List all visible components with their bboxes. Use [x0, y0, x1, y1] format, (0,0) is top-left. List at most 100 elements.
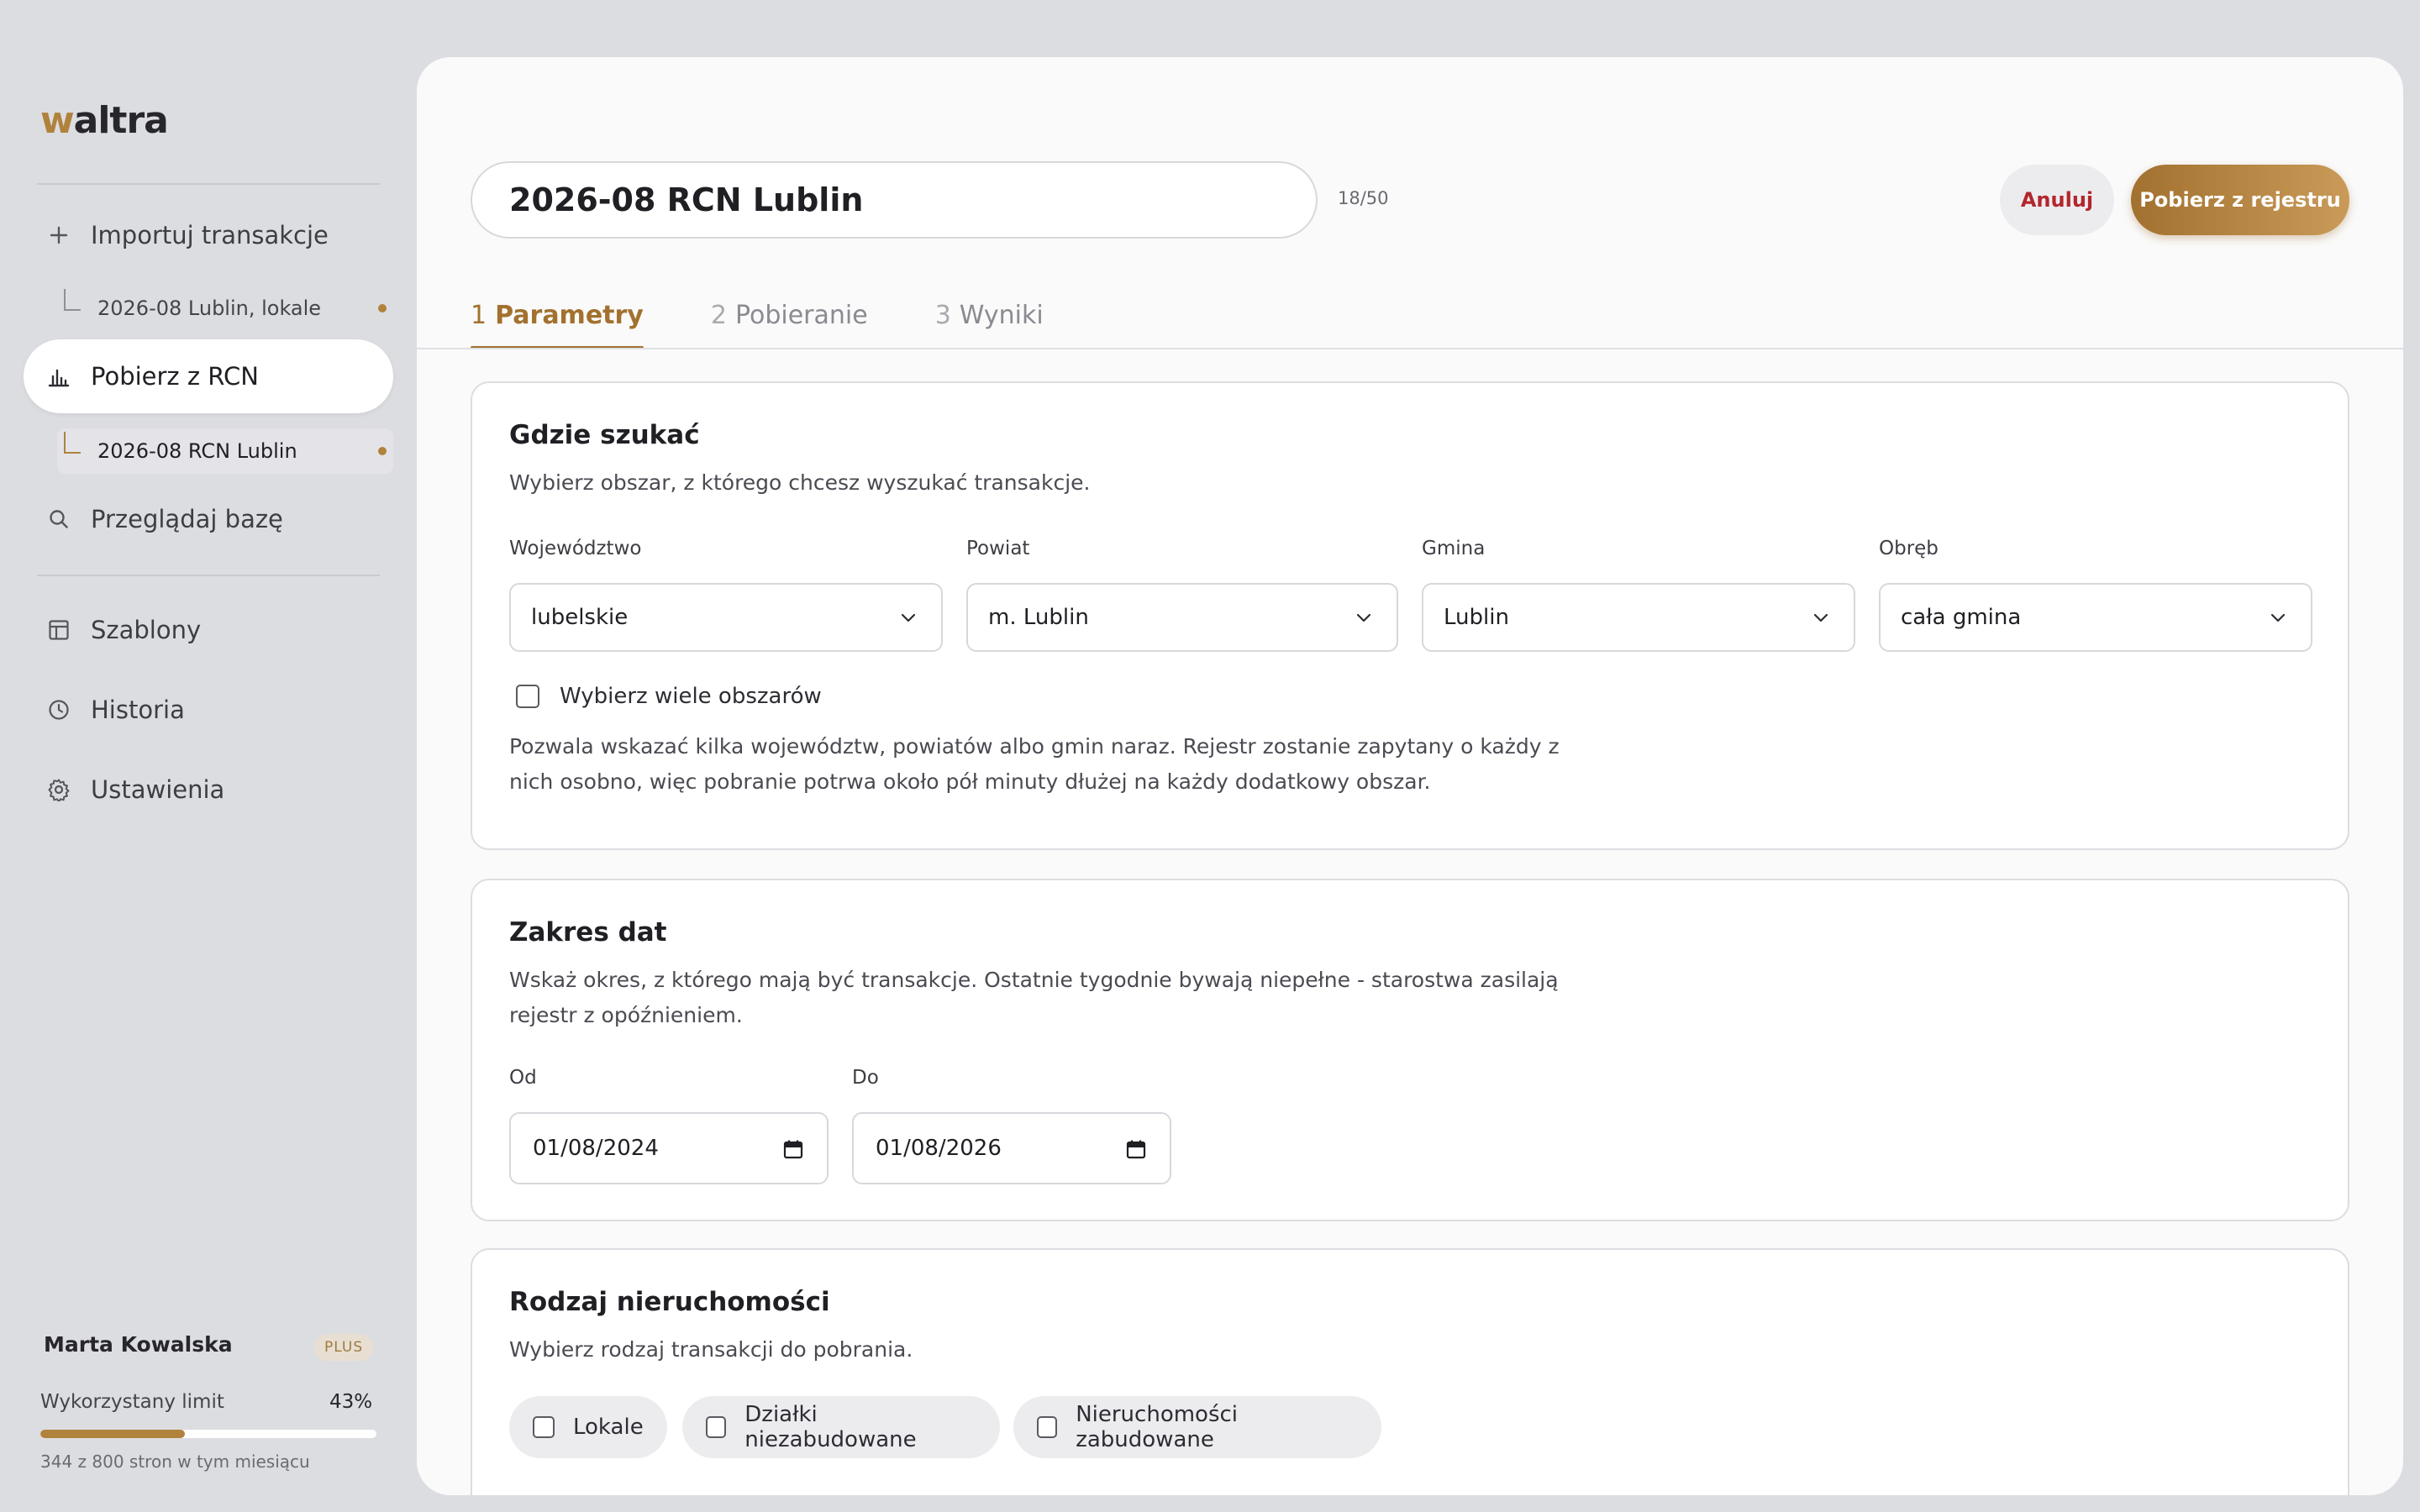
tab-label: Parametry: [495, 301, 644, 330]
select-value: cała gmina: [1901, 605, 2022, 630]
sidebar-item-import[interactable]: Importuj transakcje: [24, 198, 393, 272]
sidebar-item-templates[interactable]: Szablony: [24, 593, 393, 667]
tab-parameters[interactable]: 1 Parametry: [471, 294, 644, 349]
county-select[interactable]: m. Lublin: [966, 583, 1398, 652]
usage-progress-bar: [40, 1430, 376, 1438]
unsaved-dot-icon: [378, 447, 387, 455]
date-value: 01/08/2026: [876, 1136, 1002, 1161]
voivodeship-select[interactable]: lubelskie: [509, 583, 943, 652]
chip-label: Lokale: [573, 1415, 644, 1440]
municipality-select[interactable]: Lublin: [1422, 583, 1855, 652]
chip-checkbox[interactable]: [1037, 1416, 1058, 1438]
multi-area-label: Wybierz wiele obszarów: [560, 684, 822, 709]
usage-limit-percent: 43%: [329, 1391, 373, 1413]
tab-download[interactable]: 2 Pobieranie: [711, 294, 868, 349]
chip-checkbox[interactable]: [706, 1416, 727, 1438]
sidebar-divider: [37, 183, 380, 185]
usage-progress-fill: [40, 1430, 185, 1438]
chip-label: Nieruchomości zabudowane: [1076, 1402, 1239, 1452]
chevron-down-icon: [1356, 613, 1371, 622]
clock-icon: [47, 698, 71, 722]
card-description: Wybierz obszar, z którego chcesz wyszuka…: [509, 470, 1091, 495]
chip-label: Działki niezabudowane: [744, 1402, 917, 1452]
job-title-input[interactable]: [471, 161, 1318, 239]
card-title: Zakres dat: [509, 917, 667, 948]
cancel-button[interactable]: Anuluj: [2000, 165, 2114, 235]
tab-label: Wyniki: [959, 301, 1044, 330]
property-chip-developed-property[interactable]: Nieruchomości zabudowane: [1013, 1396, 1381, 1458]
county-label: Powiat: [966, 538, 1030, 559]
date-from-label: Od: [509, 1067, 537, 1089]
tree-branch-icon: [64, 289, 81, 311]
date-from-input[interactable]: 01/08/2024: [509, 1112, 829, 1184]
sidebar-item-settings[interactable]: Ustawienia: [24, 753, 393, 827]
usage-limit-label: Wykorzystany limit: [40, 1391, 224, 1413]
sidebar-divider: [37, 575, 380, 576]
multi-area-hint: Pozwala wskazać kilka województw, powiat…: [509, 734, 1560, 794]
sidebar-item-label: Importuj transakcje: [91, 221, 329, 249]
logo[interactable]: waltra: [40, 99, 169, 142]
sidebar-subitem-import-lublin[interactable]: 2026-08 Lublin, lokale: [57, 286, 393, 331]
card-description: Wskaż okres, z którego mają być transakc…: [509, 968, 1559, 1027]
chevron-down-icon: [901, 613, 916, 622]
tab-number: 2: [710, 301, 727, 330]
fetch-from-registry-button[interactable]: Pobierz z rejestru: [2131, 165, 2349, 235]
sidebar-item-history[interactable]: Historia: [24, 673, 393, 747]
sidebar-item-label: Przeglądaj bazę: [91, 505, 283, 533]
sidebar-item-rcn[interactable]: Pobierz z RCN: [24, 339, 393, 413]
tab-number: 3: [934, 301, 951, 330]
tabs-divider: [417, 348, 2403, 349]
tab-results[interactable]: 3 Wyniki: [935, 294, 1044, 349]
layout-template-icon: [47, 618, 71, 642]
multi-area-option[interactable]: Wybierz wiele obszarów: [516, 684, 822, 709]
date-to-input[interactable]: 01/08/2026: [852, 1112, 1171, 1184]
title-char-count: 18/50: [1338, 188, 1389, 208]
date-to-label: Do: [852, 1067, 879, 1089]
calendar-icon[interactable]: [783, 1139, 803, 1159]
property-chip-undeveloped-plots[interactable]: Działki niezabudowane: [682, 1396, 1000, 1458]
location-card: Gdzie szukać Wybierz obszar, z którego c…: [471, 381, 2349, 850]
select-value: lubelskie: [531, 605, 629, 630]
chip-checkbox[interactable]: [533, 1416, 555, 1438]
sidebar-item-label: Historia: [91, 696, 185, 724]
sidebar-subitem-label: 2026-08 Lublin, lokale: [97, 297, 322, 320]
sidebar-item-label: Szablony: [91, 616, 202, 644]
select-value: Lublin: [1444, 605, 1509, 630]
chevron-down-icon: [2270, 613, 2286, 622]
precinct-label: Obręb: [1879, 538, 1939, 559]
logo-text: altra: [73, 99, 169, 142]
sidebar-subitem-rcn-lublin[interactable]: 2026-08 RCN Lublin: [57, 428, 393, 474]
logo-accent: w: [40, 99, 75, 142]
bar-chart-icon: [47, 365, 71, 388]
sidebar-item-label: Pobierz z RCN: [91, 362, 259, 391]
multi-area-checkbox[interactable]: [516, 685, 539, 708]
calendar-icon[interactable]: [1126, 1139, 1146, 1159]
gear-icon: [47, 778, 71, 801]
select-value: m. Lublin: [988, 605, 1089, 630]
usage-note: 344 z 800 stron w tym miesiącu: [40, 1452, 310, 1472]
tree-branch-icon: [64, 432, 81, 454]
tab-label: Pobieranie: [734, 301, 868, 330]
card-title: Rodzaj nieruchomości: [509, 1287, 830, 1317]
plus-icon: [47, 223, 71, 247]
sidebar: waltra Importuj transakcje 2026-08 Lubli…: [0, 0, 417, 1512]
card-description: Wybierz rodzaj transakcji do pobrania.: [509, 1337, 913, 1362]
date-value: 01/08/2024: [533, 1136, 659, 1161]
search-icon: [47, 507, 71, 531]
municipality-label: Gmina: [1422, 538, 1486, 559]
unsaved-dot-icon: [378, 304, 387, 312]
card-title: Gdzie szukać: [509, 420, 700, 450]
user-name: Marta Kowalska: [44, 1332, 233, 1357]
sidebar-item-browse[interactable]: Przeglądaj bazę: [24, 482, 393, 556]
plan-badge: PLUS: [314, 1334, 374, 1361]
main-panel: 18/50 Anuluj Pobierz z rejestru 1 Parame…: [417, 57, 2403, 1495]
precinct-select[interactable]: cała gmina: [1879, 583, 2312, 652]
sidebar-item-label: Ustawienia: [91, 775, 225, 804]
voivodeship-label: Województwo: [509, 538, 642, 559]
property-chip-premises[interactable]: Lokale: [509, 1396, 667, 1458]
property-type-card: Rodzaj nieruchomości Wybierz rodzaj tran…: [471, 1248, 2349, 1495]
tab-number: 1: [471, 301, 487, 330]
step-tabs: 1 Parametry 2 Pobieranie 3 Wyniki: [471, 294, 1111, 349]
chevron-down-icon: [1813, 613, 1828, 622]
date-range-card: Zakres dat Wskaż okres, z którego mają b…: [471, 879, 2349, 1221]
